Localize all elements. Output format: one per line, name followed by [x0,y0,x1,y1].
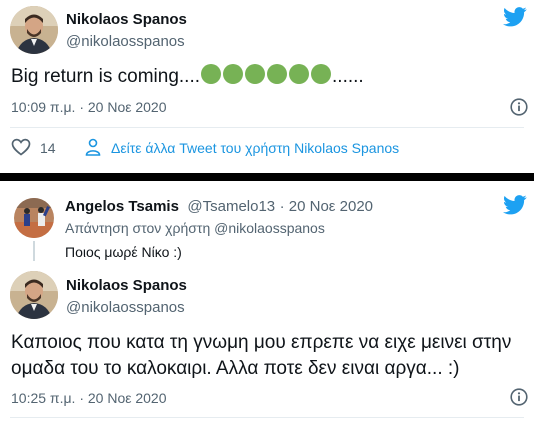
avatar[interactable] [10,6,58,54]
divider [10,127,524,128]
info-icon[interactable] [510,98,528,121]
tweet-text: Καποιος που κατα τη γνωμη μου επρεπε να … [11,332,512,379]
embedded-tweet-1: Nikolaos Spanos @nikolaosspanos Big retu… [0,0,534,173]
embedded-tweet-2: Angelos Tsamis @Tsamelo13 · 20 Νοε 2020 … [0,181,534,423]
emoji-green-circles [200,64,332,87]
replying-to-handle[interactable]: @nikolaosspanos [214,220,325,236]
green-circle-emoji [267,64,288,84]
more-tweets-link[interactable]: Δείτε άλλα Tweet του χρήστη Nikolaos Spa… [111,140,399,156]
green-circle-emoji [223,64,244,84]
info-icon[interactable] [510,388,528,411]
replying-to-prefix: Απάντηση στον χρήστη [65,220,211,236]
user-icon[interactable] [85,138,101,161]
reply-author-avatar[interactable] [14,198,54,238]
tweet-text-end: ...... [332,66,364,87]
reply-author-name[interactable]: Angelos Tsamis [65,198,179,215]
author-name[interactable]: Nikolaos Spanos [66,11,187,28]
avatar[interactable] [10,271,58,319]
green-circle-emoji [245,64,266,84]
author-handle[interactable]: @nikolaosspanos [66,299,185,316]
green-circle-emoji [201,64,222,84]
author-handle[interactable]: @nikolaosspanos [66,33,185,50]
twitter-bird-icon[interactable] [503,195,527,220]
divider [10,417,524,418]
twitter-bird-icon[interactable] [503,7,527,32]
tweet-text-start: Big return is coming.... [11,66,201,87]
reply-text: Ποιος μωρέ Νίκο :) [65,244,182,260]
thread-connector [33,241,35,261]
tweet-timestamp[interactable]: 10:25 π.μ. · 20 Νοε 2020 [11,390,167,406]
replying-to: Απάντηση στον χρήστη @nikolaosspanos [65,220,325,236]
author-name[interactable]: Nikolaos Spanos [66,277,187,294]
green-circle-emoji [311,64,332,84]
reply-author-handle[interactable]: @Tsamelo13 [187,198,275,215]
heart-icon[interactable] [11,138,31,161]
reply-author: Angelos Tsamis @Tsamelo13 · 20 Νοε 2020 [65,198,373,216]
like-count: 14 [40,140,56,156]
tweet-timestamp[interactable]: 10:09 π.μ. · 20 Νοε 2020 [11,99,167,115]
tweet-text: Big return is coming.......... [11,64,521,90]
reply-date[interactable]: · 20 Νοε 2020 [280,198,373,215]
green-circle-emoji [289,64,310,84]
